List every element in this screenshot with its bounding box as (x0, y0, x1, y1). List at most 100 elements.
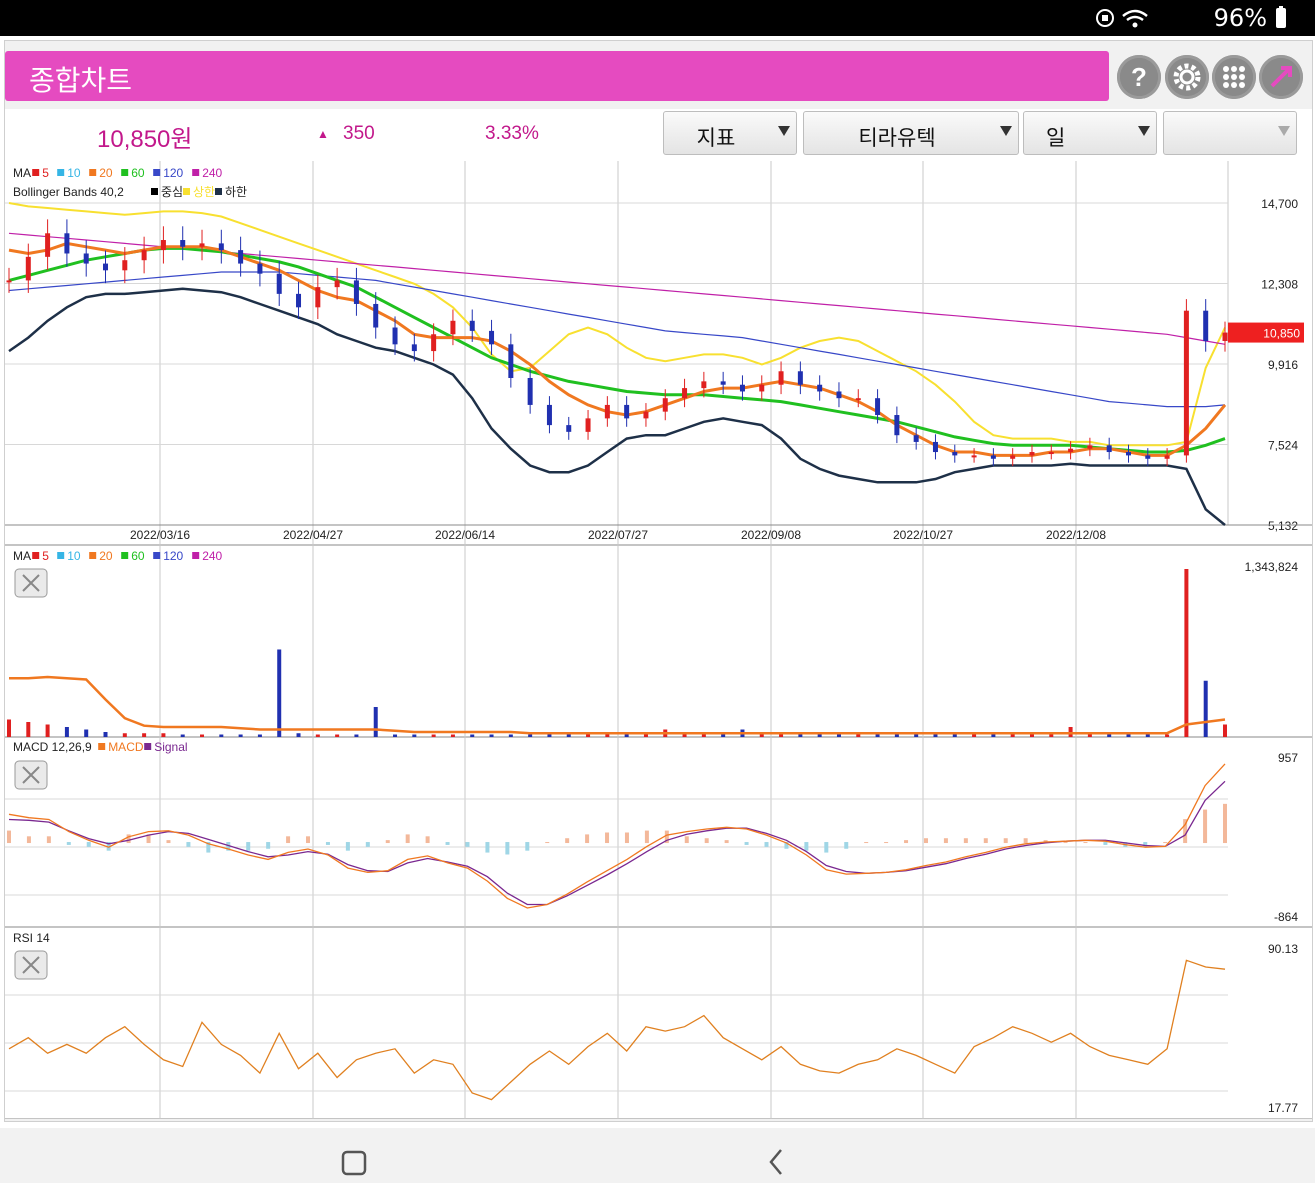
volume-bar (914, 734, 919, 737)
candle-body (527, 378, 533, 405)
macd-histogram-bar (1083, 842, 1088, 844)
ma-legend-swatch (153, 169, 161, 176)
extra-dropdown[interactable] (1163, 111, 1297, 155)
candle-body (353, 280, 359, 304)
expand-button[interactable] (1259, 55, 1303, 99)
candle-body (585, 418, 591, 432)
candle-body (836, 391, 842, 399)
macd-histogram-bar (7, 830, 11, 844)
price-y-label: 12,308 (1261, 278, 1298, 292)
macd-histogram-bar (983, 838, 988, 844)
bollinger-legend-swatch (151, 188, 158, 195)
macd-histogram-bar (26, 836, 31, 844)
chart-area[interactable]: 14,700 12,308 9,916 7,524 5,132 2022/03/16 202… (5, 161, 1312, 1120)
macd-histogram-bar (844, 842, 849, 849)
macd-histogram-bar (864, 842, 869, 844)
candle-body (1106, 445, 1112, 453)
help-icon: ? (1120, 58, 1158, 96)
grid-menu-button[interactable] (1212, 55, 1256, 99)
settings-button[interactable] (1165, 55, 1209, 99)
period-dropdown[interactable]: 일 (1023, 111, 1157, 155)
volume-bar (393, 734, 398, 737)
ma-legend-item: 20 (99, 166, 113, 180)
ma-legend-swatch (32, 169, 40, 176)
period-dropdown-label: 일 (1046, 127, 1066, 150)
macd-histogram-bar (824, 842, 829, 853)
macd-histogram-bar (485, 842, 490, 853)
macd-legend-item: MACD (108, 740, 144, 754)
volume-bar (180, 734, 185, 737)
candle-body (431, 334, 437, 352)
candle-body (604, 404, 610, 419)
candle-body (682, 388, 688, 399)
volume-ma20-line (9, 675, 1226, 735)
stock-dropdown[interactable]: 티라유텍 (803, 111, 1019, 155)
volume-bar (566, 734, 571, 737)
volume-bar (605, 734, 610, 737)
volume-bar (586, 734, 591, 737)
ma-legend-swatch (57, 169, 65, 176)
volume-ma-legend-label: MA (13, 549, 31, 563)
macd-histogram-bar (605, 832, 610, 844)
back-button[interactable] (757, 1144, 797, 1184)
volume-bar (142, 733, 147, 737)
candle-body (1183, 310, 1189, 456)
bollinger-lower-line (8, 287, 1226, 526)
date-label: 2022/07/27 (588, 528, 648, 542)
volume-bar (528, 734, 533, 737)
volume-bar (1223, 724, 1227, 737)
volume-bar (817, 734, 822, 737)
macd-histogram-bar (286, 836, 291, 844)
ma-legend-item: 10 (67, 166, 81, 180)
volume-bar (721, 734, 726, 737)
volume-ma-legend-swatch (32, 552, 40, 559)
volume-bar (759, 734, 764, 737)
macd-histogram-bar (525, 842, 530, 851)
macd-histogram-bar (724, 840, 729, 844)
chart-canvas[interactable]: 14,70012,3089,9167,5245,1322022/03/16 202… (5, 161, 1312, 1120)
price-y-label: 9,916 (1268, 358, 1298, 372)
current-price: 10,850원 (97, 126, 193, 153)
volume-bar (1107, 734, 1112, 737)
candle-body (469, 320, 475, 331)
candle-body (643, 411, 649, 419)
expand-icon (1262, 58, 1300, 96)
volume-bar (1126, 734, 1131, 737)
candle-body (1068, 448, 1074, 453)
price-y-label: 5,132 (1268, 519, 1298, 533)
volume-ma-legend-swatch (153, 552, 161, 559)
candle-body (296, 293, 302, 308)
price-change: 350 (343, 123, 375, 144)
macd-histogram-bar (505, 842, 510, 855)
macd-legend-label: MACD 12,26,9 (13, 740, 92, 754)
indicator-dropdown[interactable]: 지표 (663, 111, 797, 155)
macd-y-label: 957 (1278, 751, 1298, 765)
stock-dropdown-label: 티라유텍 (858, 127, 936, 150)
macd-histogram-bar (1223, 803, 1227, 844)
ma-legend-item: 240 (202, 166, 222, 180)
recents-icon (341, 1150, 367, 1176)
volume-bar (412, 734, 417, 737)
volume-ma-legend-swatch (57, 552, 65, 559)
candle-body (25, 256, 31, 281)
quote-bar: 10,850원 ▲ 350 3.33% 지표 티라유텍 일 (5, 109, 1312, 161)
price-y-label: 14,700 (1261, 197, 1298, 211)
macd-histogram-bar (585, 834, 590, 844)
candle-body (1010, 455, 1016, 459)
macd-histogram-bar (545, 842, 550, 844)
macd-histogram-bar (246, 842, 251, 851)
volume-bar (972, 734, 977, 737)
volume-bar (894, 734, 899, 737)
help-button[interactable]: ? (1117, 55, 1161, 99)
ma-legend-item: 60 (131, 166, 145, 180)
candle-body (180, 240, 186, 247)
recents-button[interactable] (333, 1144, 373, 1184)
macd-histogram-bar (385, 840, 390, 844)
volume-ma-legend-item: 20 (99, 549, 113, 563)
macd-histogram-bar (624, 832, 629, 844)
wifi-icon (1122, 9, 1148, 28)
macd-histogram-bar (405, 834, 410, 844)
macd-histogram-bar (904, 840, 909, 844)
date-label: 2022/03/16 (130, 528, 190, 542)
volume-bar (508, 734, 513, 737)
